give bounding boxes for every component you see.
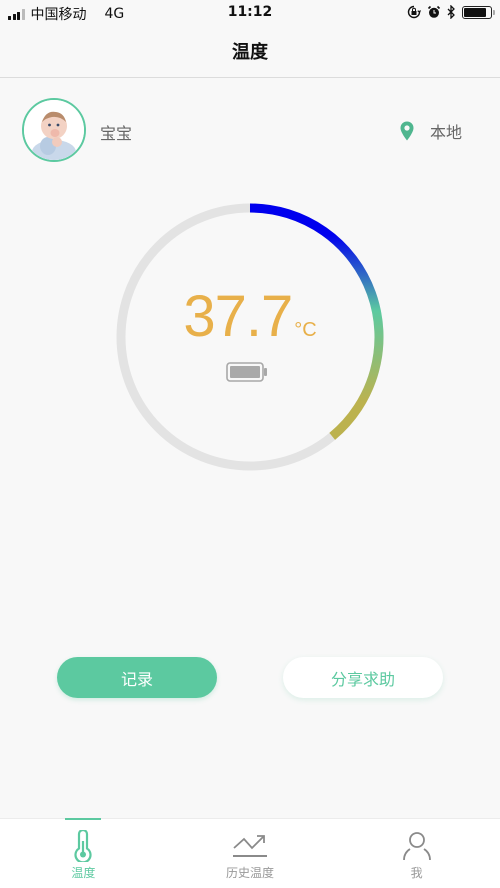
- temperature-unit: °C: [294, 319, 317, 341]
- alarm-icon: [427, 5, 441, 18]
- location-label: 本地: [429, 123, 462, 142]
- tab-label: 温度: [71, 866, 96, 880]
- status-bar: 中国移动 4G 11:12: [0, 0, 500, 26]
- temperature-value: 37.7: [183, 284, 293, 349]
- record-button[interactable]: 记录: [57, 657, 217, 698]
- tab-me[interactable]: 我: [333, 819, 500, 888]
- temperature-readout: 37.7 °C: [116, 283, 384, 350]
- page-title: 温度: [232, 42, 268, 63]
- location-pin-icon: [400, 121, 414, 141]
- location-button[interactable]: 本地: [400, 119, 462, 143]
- device-battery-fill: [230, 366, 260, 378]
- navigation-bar: 温度: [0, 26, 500, 78]
- active-tab-indicator: [65, 818, 102, 820]
- profile-row: 宝宝 本地: [22, 98, 478, 164]
- bluetooth-icon: [447, 5, 455, 19]
- baby-avatar-icon: [24, 100, 84, 160]
- tab-label: 我: [410, 866, 423, 880]
- tab-history[interactable]: 历史温度: [167, 819, 334, 888]
- device-battery-icon: [226, 362, 267, 382]
- person-icon: [402, 832, 431, 861]
- battery-level-fill: [464, 7, 487, 17]
- avatar[interactable]: [22, 98, 86, 162]
- share-help-button[interactable]: 分享求助: [283, 657, 443, 698]
- status-right: [407, 5, 495, 19]
- tab-label: 历史温度: [226, 866, 275, 880]
- orientation-lock-icon: [407, 5, 421, 19]
- battery-icon: [462, 5, 495, 19]
- thermometer-icon: [74, 830, 92, 862]
- tab-bar: 温度 历史温度 我: [0, 818, 500, 888]
- tab-temperature[interactable]: 温度: [0, 818, 167, 888]
- profile-name: 宝宝: [100, 124, 133, 143]
- trend-chart-icon: [233, 835, 267, 857]
